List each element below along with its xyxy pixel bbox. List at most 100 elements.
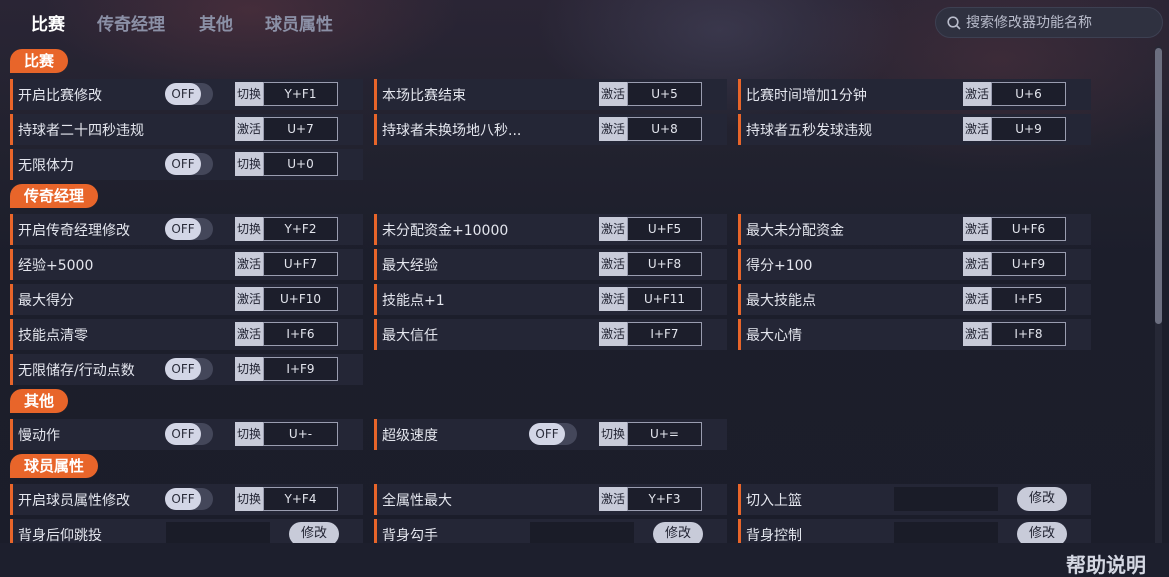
activate-button[interactable]: 激活 (599, 487, 627, 511)
feature-toggle[interactable]: OFF (529, 423, 577, 445)
feature-row: 持球者二十四秒违规 激活 U+7 (10, 114, 363, 145)
feature-row: 最大心情 激活 I+F8 (738, 319, 1091, 350)
switch-button[interactable]: 切换 (235, 357, 263, 381)
feature-row: 背身控制 修改 (738, 519, 1091, 543)
feature-row: 开启比赛修改 OFF 切换 Y+F1 (10, 79, 363, 110)
activate-button[interactable]: 激活 (235, 287, 263, 311)
section-title-other: 其他 (10, 389, 69, 413)
tab-other[interactable]: 其他 (199, 10, 233, 35)
activate-button[interactable]: 激活 (235, 252, 263, 276)
feature-toggle[interactable]: OFF (165, 358, 213, 380)
feature-row: 经验+5000 激活 U+F7 (10, 249, 363, 280)
hotkey-group: 激活 I+F5 (963, 287, 1066, 311)
hotkey-field[interactable]: U+6 (991, 82, 1066, 106)
activate-button[interactable]: 激活 (599, 322, 627, 346)
hotkey-field[interactable]: I+F7 (627, 322, 702, 346)
switch-button[interactable]: 切换 (235, 422, 263, 446)
feature-row: 未分配资金+10000 激活 U+F5 (374, 214, 727, 245)
hotkey-field[interactable]: U+F9 (991, 252, 1066, 276)
hotkey-field[interactable]: U+7 (263, 117, 338, 141)
hotkey-field[interactable]: U+8 (627, 117, 702, 141)
switch-button[interactable]: 切换 (235, 82, 263, 106)
hotkey-field[interactable]: U+F11 (627, 287, 702, 311)
feature-row: 超级速度 OFF 切换 U+= (374, 419, 727, 450)
hotkey-field[interactable]: Y+F1 (263, 82, 338, 106)
feature-row: 最大经验 激活 U+F8 (374, 249, 727, 280)
switch-button[interactable]: 切换 (235, 152, 263, 176)
value-input[interactable] (894, 522, 998, 543)
hotkey-field[interactable]: I+F8 (991, 322, 1066, 346)
value-input[interactable] (894, 487, 998, 511)
feature-toggle[interactable]: OFF (165, 153, 213, 175)
switch-button[interactable]: 切换 (235, 487, 263, 511)
activate-button[interactable]: 激活 (599, 287, 627, 311)
activate-button[interactable]: 激活 (599, 252, 627, 276)
hotkey-field[interactable]: U+F6 (991, 217, 1066, 241)
hotkey-field[interactable]: U+5 (627, 82, 702, 106)
activate-button[interactable]: 激活 (963, 82, 991, 106)
hotkey-field[interactable]: U+F10 (263, 287, 338, 311)
hotkey-field[interactable]: U+F8 (627, 252, 702, 276)
hotkey-field[interactable]: Y+F4 (263, 487, 338, 511)
hotkey-field[interactable]: I+F9 (263, 357, 338, 381)
feature-toggle[interactable]: OFF (165, 218, 213, 240)
activate-button[interactable]: 激活 (963, 322, 991, 346)
tab-legend-manager[interactable]: 传奇经理 (97, 10, 165, 35)
modify-button[interactable]: 修改 (1017, 487, 1067, 511)
switch-button[interactable]: 切换 (235, 217, 263, 241)
modify-button[interactable]: 修改 (653, 522, 703, 543)
search-input[interactable] (966, 12, 1156, 34)
hotkey-group: 激活 U+F9 (963, 252, 1066, 276)
search-box[interactable] (935, 7, 1163, 38)
activate-button[interactable]: 激活 (599, 217, 627, 241)
tab-player-attributes[interactable]: 球员属性 (265, 10, 333, 35)
feature-list[interactable]: 比赛 开启比赛修改 OFF 切换 Y+F1 本场比赛结束 激活 U+5 比赛时间增加1分钟 激活 U… (0, 44, 1150, 543)
feature-label: 比赛时间增加1分钟 (746, 88, 867, 104)
hotkey-field[interactable]: U+= (627, 422, 702, 446)
activate-button[interactable]: 激活 (963, 287, 991, 311)
feature-toggle[interactable]: OFF (165, 83, 213, 105)
switch-button[interactable]: 切换 (599, 422, 627, 446)
hotkey-field[interactable]: I+F6 (263, 322, 338, 346)
hotkey-field[interactable]: Y+F2 (263, 217, 338, 241)
value-input[interactable] (530, 522, 634, 543)
activate-button[interactable]: 激活 (963, 252, 991, 276)
activate-button[interactable]: 激活 (235, 117, 263, 141)
hotkey-group: 激活 U+F7 (235, 252, 338, 276)
hotkey-field[interactable]: I+F5 (991, 287, 1066, 311)
activate-button[interactable]: 激活 (235, 322, 263, 346)
activate-button[interactable]: 激活 (963, 217, 991, 241)
feature-label: 无限储存/行动点数 (18, 363, 135, 379)
hotkey-group: 切换 Y+F4 (235, 487, 338, 511)
hotkey-field[interactable]: U+- (263, 422, 338, 446)
hotkey-field[interactable]: U+F5 (627, 217, 702, 241)
modify-button[interactable]: 修改 (1017, 522, 1067, 543)
activate-button[interactable]: 激活 (963, 117, 991, 141)
hotkey-field[interactable]: U+9 (991, 117, 1066, 141)
feature-label: 最大经验 (382, 258, 438, 274)
value-input[interactable] (166, 522, 270, 543)
hotkey-field[interactable]: U+0 (263, 152, 338, 176)
modify-button[interactable]: 修改 (289, 522, 339, 543)
scrollbar-thumb[interactable] (1155, 48, 1162, 324)
feature-row: 开启传奇经理修改 OFF 切换 Y+F2 (10, 214, 363, 245)
hotkey-group: 激活 U+7 (235, 117, 338, 141)
feature-label: 无限体力 (18, 158, 74, 174)
feature-label: 开启比赛修改 (18, 88, 102, 104)
activate-button[interactable]: 激活 (599, 117, 627, 141)
feature-label: 经验+5000 (18, 258, 94, 274)
feature-toggle[interactable]: OFF (165, 488, 213, 510)
feature-label: 最大得分 (18, 293, 74, 309)
toggle-state: OFF (165, 83, 201, 105)
tab-match[interactable]: 比赛 (31, 10, 65, 35)
activate-button[interactable]: 激活 (599, 82, 627, 106)
help-button[interactable]: 帮助说明 (1066, 549, 1146, 577)
hotkey-group: 激活 U+F10 (235, 287, 338, 311)
feature-label: 持球者二十四秒违规 (18, 123, 144, 139)
hotkey-group: 激活 U+9 (963, 117, 1066, 141)
hotkey-field[interactable]: Y+F3 (627, 487, 702, 511)
hotkey-group: 激活 U+6 (963, 82, 1066, 106)
hotkey-field[interactable]: U+F7 (263, 252, 338, 276)
feature-toggle[interactable]: OFF (165, 423, 213, 445)
hotkey-group: 切换 U+0 (235, 152, 338, 176)
